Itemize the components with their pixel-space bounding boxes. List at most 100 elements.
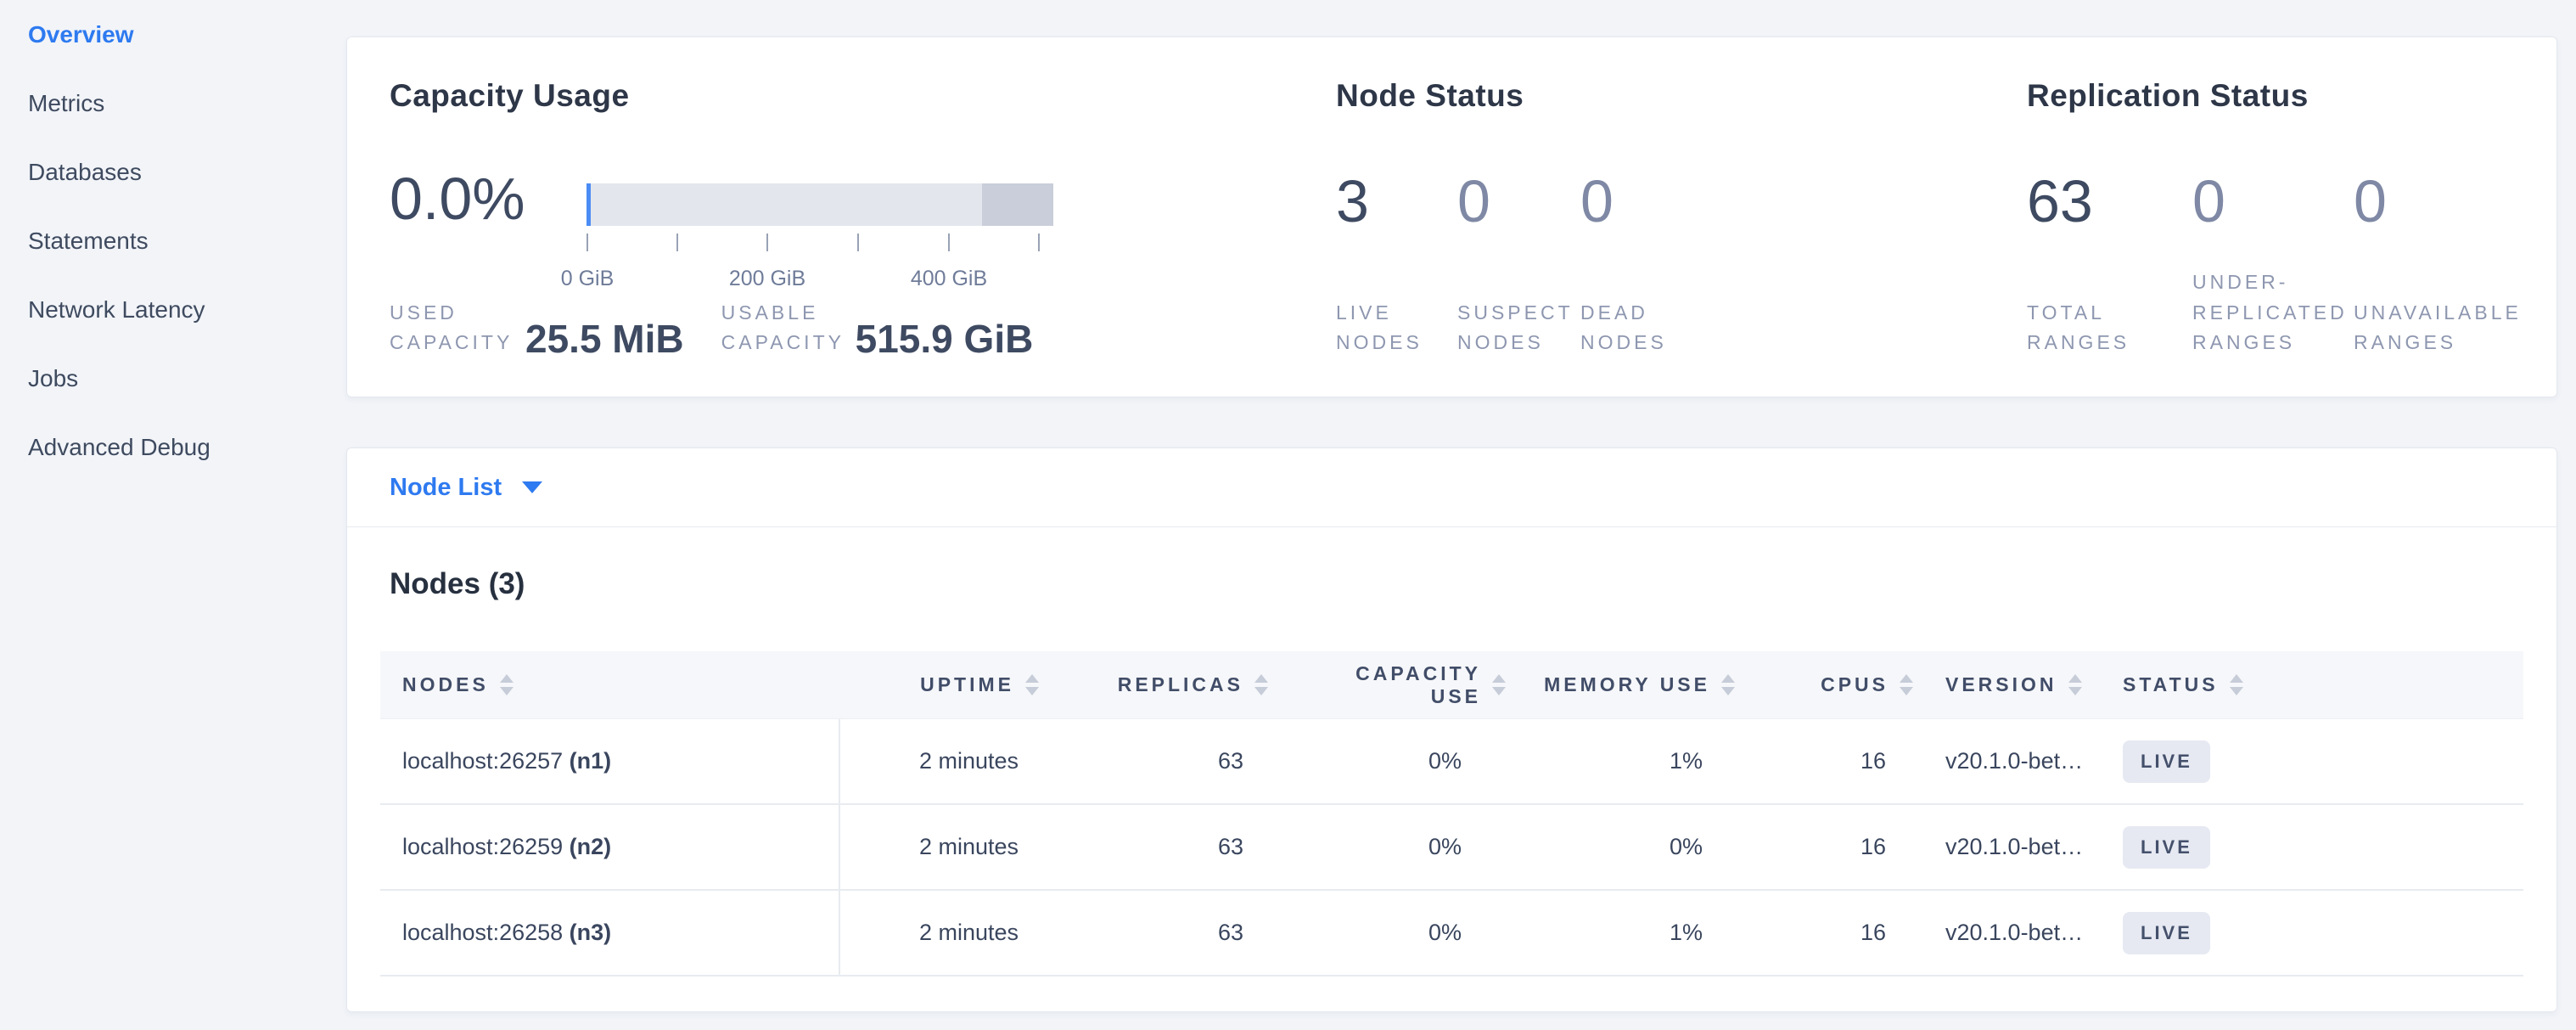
node-address: localhost:26259 [402,834,563,859]
column-header-memory-use[interactable]: Memory Use [1509,673,1738,696]
status-cell: LIVE [2112,826,2523,869]
nodes-table-body: localhost:26257 (n1) 2 minutes 63 0% 1% … [380,719,2523,977]
node-address: localhost:26258 [402,920,563,945]
unavailable-ranges-stat: 0 Unavailable Ranges [2354,169,2549,358]
node-id: (n3) [570,920,612,945]
node-status-title: Node Status [1336,78,1524,114]
sort-icon [500,674,514,695]
column-header-label: Version [1945,673,2057,696]
node-address: localhost:26257 [402,748,563,774]
replicas-cell: 63 [1042,920,1271,946]
suspect-nodes-stat: 0 Suspect Nodes [1457,169,1580,358]
replication-status-title: Replication Status [2027,78,2309,114]
capacity-bar-nonusable-segment [982,183,1053,226]
status-badge: LIVE [2123,740,2210,783]
table-row-node-1[interactable]: localhost:26257 (n1) 2 minutes 63 0% 1% … [380,719,2523,805]
sidebar-item-metrics[interactable]: Metrics [0,69,343,138]
under-replicated-ranges-label: Under-Replicated Ranges [2192,265,2343,358]
column-header-version[interactable]: Version [1917,673,2112,696]
suspect-nodes-value: 0 [1457,169,1580,265]
under-replicated-ranges-stat: 0 Under-Replicated Ranges [2192,169,2354,358]
status-badge: LIVE [2123,826,2210,869]
replication-status-section: Replication Status 63 Total Ranges 0 Und… [2027,37,2536,397]
sidebar-item-jobs[interactable]: Jobs [0,344,343,413]
uptime-cell: 2 minutes [839,834,1042,860]
node-id: (n2) [570,834,612,859]
table-row-node-2[interactable]: localhost:26259 (n2) 2 minutes 63 0% 0% … [380,805,2523,891]
axis-tick [676,234,678,251]
nodes-table: Nodes Uptime Replicas Capacity Use Memor… [380,651,2523,977]
unavailable-ranges-label: Unavailable Ranges [2354,265,2532,358]
unavailable-ranges-value: 0 [2354,169,2549,265]
dead-nodes-label: Dead Nodes [1580,265,1681,358]
column-header-nodes[interactable]: Nodes [380,673,839,696]
column-header-label: Memory Use [1544,673,1710,696]
capacity-usage-section: Capacity Usage 0.0% 0 GiB 200 GiB 400 Gi… [390,37,1323,397]
sort-icon [1900,674,1913,695]
used-capacity-marker [586,183,591,226]
capacity-use-cell: 0% [1271,748,1509,774]
uptime-cell: 2 minutes [839,748,1042,774]
capacity-stats: Used Capacity 25.5 MiB Usable Capacity 5… [390,267,1033,358]
node-status-stats: 3 Live Nodes 0 Suspect Nodes 0 Dead Node… [1336,169,1750,358]
column-header-label: CPUs [1821,673,1889,696]
column-header-label: Capacity Use [1337,662,1481,708]
axis-tick [857,234,859,251]
node-id: (n1) [570,748,612,774]
column-header-label: Replicas [1118,673,1243,696]
view-selector-label: Node List [390,474,502,502]
total-ranges-value: 63 [2027,169,2192,265]
sidebar-item-overview[interactable]: Overview [0,0,343,69]
cpus-cell: 16 [1738,834,1917,860]
column-header-uptime[interactable]: Uptime [839,673,1042,696]
column-header-capacity-use[interactable]: Capacity Use [1271,662,1509,708]
replication-stats: 63 Total Ranges 0 Under-Replicated Range… [2027,169,2549,358]
status-cell: LIVE [2112,912,2523,954]
sort-icon [1254,674,1268,695]
axis-tick [948,234,950,251]
under-replicated-ranges-value: 0 [2192,169,2354,265]
column-header-status[interactable]: Status [2112,673,2523,696]
memory-use-cell: 1% [1509,920,1738,946]
nodes-table-header: Nodes Uptime Replicas Capacity Use Memor… [380,651,2523,719]
sidebar-item-statements[interactable]: Statements [0,206,343,275]
sidebar-item-advanced-debug[interactable]: Advanced Debug [0,413,343,481]
sidebar: Overview Metrics Databases Statements Ne… [0,0,343,481]
memory-use-cell: 1% [1509,748,1738,774]
replicas-cell: 63 [1042,834,1271,860]
axis-tick [1038,234,1040,251]
column-header-cpus[interactable]: CPUs [1738,673,1917,696]
status-cell: LIVE [2112,740,2523,783]
cpus-cell: 16 [1738,920,1917,946]
capacity-bar [586,183,1053,226]
capacity-use-cell: 0% [1271,834,1509,860]
usable-capacity-label: Usable Capacity [721,298,849,358]
memory-use-cell: 0% [1509,834,1738,860]
sidebar-item-databases[interactable]: Databases [0,138,343,206]
suspect-nodes-label: Suspect Nodes [1457,265,1557,358]
view-selector-dropdown[interactable]: Node List [347,448,2556,527]
dead-nodes-stat: 0 Dead Nodes [1580,169,1750,358]
live-nodes-label: Live Nodes [1336,265,1436,358]
version-cell: v20.1.0-bet… [1917,748,2112,774]
column-header-replicas[interactable]: Replicas [1042,673,1271,696]
column-header-label: Uptime [920,673,1014,696]
axis-tick [586,234,588,251]
sort-icon [2230,674,2243,695]
sort-icon [1721,674,1735,695]
sort-icon [1025,674,1039,695]
sort-icon [1492,674,1506,695]
table-row-node-3[interactable]: localhost:26258 (n3) 2 minutes 63 0% 1% … [380,891,2523,977]
node-address-cell: localhost:26259 (n2) [380,834,839,860]
live-nodes-value: 3 [1336,169,1457,265]
column-header-label: Status [2123,673,2219,696]
column-header-label: Nodes [402,673,489,696]
live-nodes-stat: 3 Live Nodes [1336,169,1457,358]
version-cell: v20.1.0-bet… [1917,834,2112,860]
total-ranges-label: Total Ranges [2027,265,2127,358]
capacity-used-percent: 0.0% [390,165,525,233]
nodes-heading: Nodes (3) [390,567,525,601]
sidebar-item-network-latency[interactable]: Network Latency [0,275,343,344]
sort-icon [2068,674,2082,695]
usable-capacity-value: 515.9 GiB [856,319,1034,358]
